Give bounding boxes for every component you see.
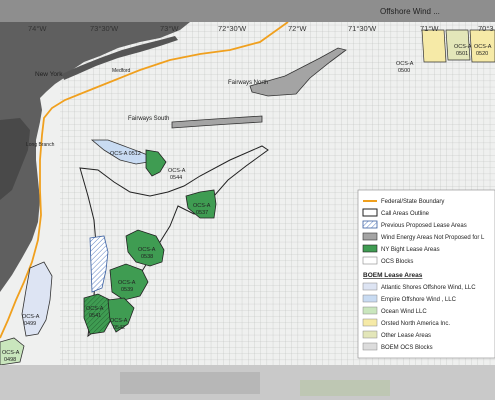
tick-label: 71°30'W — [348, 24, 377, 33]
label-ocs-0520-a: OCS-A — [474, 44, 492, 50]
tick-label: 73°30'W — [90, 24, 119, 33]
legend-lease-label: BOEM OCS Blocks — [381, 345, 433, 351]
label-ocs-0542-b: 0542 — [113, 325, 125, 331]
label-fairways-south: Fairways South — [128, 116, 169, 122]
label-ocs-0542-a: OCS-A — [110, 318, 128, 324]
legend-lease-label: Atlantic Shores Offshore Wind, LLC — [381, 285, 476, 291]
legend-icon-gray — [362, 232, 378, 241]
map-figure: Offshore Wind ... 74°W 73°30'W 73°W 72°3… — [0, 0, 495, 400]
label-ocs-0538-a: OCS-A — [138, 247, 156, 253]
label-ocs-0501-b: 0501 — [456, 51, 468, 57]
top-banner-text: Offshore Wind ... — [380, 7, 440, 16]
legend-item-label: Call Areas Outline — [381, 211, 430, 217]
label-ocs-0538-b: 0538 — [141, 254, 153, 260]
legend-icon-other-lease — [362, 330, 378, 339]
legend-icon-atlantic-shores — [362, 282, 378, 291]
tick-label: 74°W — [28, 24, 47, 33]
tick-label: 72°W — [288, 24, 307, 33]
label-ocs-0498-a: OCS-A — [2, 350, 20, 356]
legend-lease-label: Empire Offshore Wind , LLC — [381, 297, 457, 303]
label-ocs-0541-a: OCS-A — [86, 306, 104, 312]
legend-section-title: BOEM Lease Areas — [363, 272, 423, 279]
tick-label: 70°3 — [478, 24, 494, 33]
legend-item-label: OCS Blocks — [381, 259, 413, 265]
label-ocs-0500-b: 0500 — [398, 68, 410, 74]
label-ocs-0501-a: OCS-A — [454, 44, 472, 50]
legend: Federal/State Boundary Call Areas Outlin… — [357, 189, 495, 359]
legend-icon-orsted — [362, 318, 378, 327]
label-ocs-0539-a: OCS-A — [118, 280, 136, 286]
lease-ocs-0500 — [421, 29, 447, 63]
label-ocs-0500-a: OCS-A — [396, 61, 414, 67]
legend-item-label: Federal/State Boundary — [381, 199, 444, 205]
place-long-branch: Long Branch — [26, 142, 55, 148]
legend-item-label: Previous Proposed Lease Areas — [381, 223, 467, 229]
tick-label: 71°W — [420, 24, 439, 33]
legend-icon-hatched — [362, 220, 378, 229]
place-new-york: New York — [35, 71, 63, 78]
label-ocs-0544-a: OCS-A — [168, 168, 186, 174]
label-ocs-0537-a: OCS-A — [193, 203, 211, 209]
legend-lease-label: Orsted North America Inc. — [381, 321, 450, 327]
legend-icon-green — [362, 244, 378, 253]
bottom-blur-shape — [120, 372, 260, 394]
legend-lease-label: Ocean Wind LLC — [381, 309, 427, 315]
map-canvas: Offshore Wind ... 74°W 73°30'W 73°W 72°3… — [0, 0, 495, 400]
label-ocs-0541-b: 0541 — [89, 313, 101, 319]
bottom-blur-shape-2 — [300, 380, 390, 396]
label-ocs-0539-b: 0539 — [121, 287, 133, 293]
label-ocs-0537-b: 0537 — [196, 210, 208, 216]
legend-icon-ocean-wind — [362, 306, 378, 315]
tick-label: 72°30'W — [218, 24, 247, 33]
legend-lease-label: Other Lease Areas — [381, 333, 431, 339]
label-fairways-north: Fairways North — [228, 80, 268, 86]
legend-icon-white — [362, 256, 378, 265]
label-ocs-0498-b: 0498 — [4, 357, 16, 363]
label-ocs-0520-b: 0520 — [476, 51, 488, 57]
tick-label: 73°W — [160, 24, 179, 33]
legend-icon-call-area — [362, 208, 378, 217]
label-ocs-0499-a: OCS-A — [22, 314, 40, 320]
place-medford: Medford — [112, 68, 131, 74]
label-ocs-0544-b: 0544 — [170, 175, 182, 181]
legend-item-label: NY Bight Lease Areas — [381, 247, 440, 253]
label-ocs-0499-b: 0499 — [24, 321, 36, 327]
label-ocs-0512: OCS-A 0512 — [110, 151, 141, 157]
legend-icon-ocs-blocks — [362, 342, 378, 351]
legend-icon-empire — [362, 294, 378, 303]
legend-item-label: Wind Energy Areas Not Proposed for L — [381, 235, 485, 241]
